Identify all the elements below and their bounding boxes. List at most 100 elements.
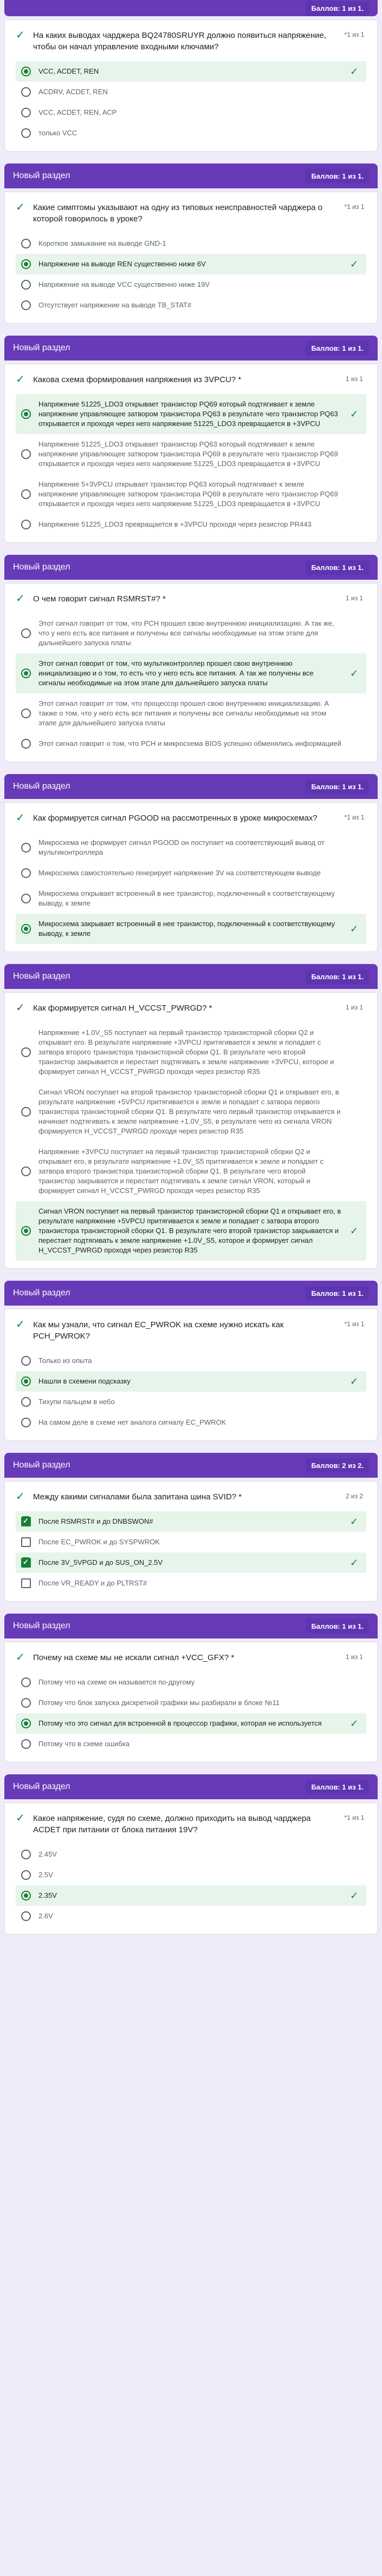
answer-option[interactable]: Сигнал VRON поступает на первый транзист…: [16, 1201, 366, 1261]
radio-button[interactable]: [21, 739, 31, 749]
check-icon: ✓: [16, 1491, 25, 1503]
answer-option[interactable]: Микросхема самостоятельно генерирует нап…: [16, 863, 366, 883]
correct-check-icon: ✓: [350, 1718, 359, 1729]
radio-button[interactable]: [21, 87, 31, 97]
radio-button[interactable]: [21, 300, 31, 310]
radio-button[interactable]: [21, 668, 31, 678]
answer-option[interactable]: Микросхема закрывает встроенный в нее тр…: [16, 914, 366, 944]
radio-button[interactable]: [21, 67, 31, 76]
radio-button[interactable]: [21, 894, 31, 903]
checkbox[interactable]: [21, 1557, 31, 1568]
answer-option[interactable]: На самом деле в схеме нет аналога сигнал…: [16, 1412, 366, 1433]
answer-option[interactable]: Напряжение +3VPCU поступает на первый тр…: [16, 1142, 366, 1201]
radio-button[interactable]: [21, 628, 31, 638]
question-card: ✓ На каких выводах чарджера BQ24780SRUYR …: [4, 19, 378, 152]
answer-option[interactable]: VCC, ACDET, REN, ACP: [16, 102, 366, 123]
section-header: Новый раздел Баллов: 1 из 1.: [4, 555, 378, 580]
answer-option[interactable]: Нашли в схемени подсказку ✓: [16, 1371, 366, 1392]
option-label: На самом деле в схеме нет аналога сигнал…: [38, 1418, 226, 1426]
option-label: После RSMRST# и до DNBSWON#: [38, 1517, 153, 1525]
answer-option[interactable]: После VR_READY и до PLTRST#: [16, 1573, 366, 1594]
answer-option[interactable]: 2.6V: [16, 1906, 366, 1926]
radio-button[interactable]: [21, 1891, 31, 1900]
radio-button[interactable]: [21, 449, 31, 459]
radio-button[interactable]: [21, 259, 31, 269]
option-label: Короткое замыкание на выводе GND-1: [38, 239, 166, 247]
answer-option[interactable]: Напряжение на выводе VCC существенно ниж…: [16, 274, 366, 295]
options-list: VCC, ACDET, REN ✓ ACDRV, ACDET, REN VCC, AC…: [16, 61, 366, 143]
radio-button[interactable]: [21, 868, 31, 878]
correct-check-icon: ✓: [350, 1225, 359, 1236]
radio-button[interactable]: [21, 709, 31, 718]
points-badge: Баллов: 1 из 1.: [306, 1618, 369, 1634]
answer-option[interactable]: Потому что в схеме ошибка: [16, 1734, 366, 1754]
answer-option[interactable]: После EC_PWROK и до SYSPWROK: [16, 1532, 366, 1552]
answer-option[interactable]: Напряжение +1.0V_S5 поступает на первый …: [16, 1022, 366, 1082]
answer-option[interactable]: Потому что это сигнал для встроенной в п…: [16, 1713, 366, 1734]
radio-button[interactable]: [21, 520, 31, 529]
radio-button[interactable]: [21, 280, 31, 290]
checkbox[interactable]: [21, 1578, 31, 1588]
radio-button[interactable]: [21, 1418, 31, 1427]
radio-button[interactable]: [21, 1677, 31, 1687]
answer-option[interactable]: только VCC: [16, 123, 366, 143]
answer-option[interactable]: Сигнал VRON поступает на второй транзист…: [16, 1082, 366, 1142]
question-card: ✓ Почему на схеме мы не искали сигнал +VC…: [4, 1642, 378, 1762]
answer-option[interactable]: Потому что блок запуска дискретной графи…: [16, 1693, 366, 1713]
checkbox[interactable]: [21, 1516, 31, 1526]
answer-option[interactable]: Отсутствует напряжение на выводе TB_STAT…: [16, 295, 366, 316]
checkbox[interactable]: [21, 1537, 31, 1547]
radio-button[interactable]: [21, 239, 31, 248]
answer-option[interactable]: Напряжение на выводе REN существенно ниж…: [16, 254, 366, 274]
check-icon: ✓: [16, 201, 25, 213]
answer-option[interactable]: Тихупи пальцем в небо: [16, 1392, 366, 1412]
answer-option[interactable]: Микросхема открывает встроенный в нее тр…: [16, 883, 366, 914]
radio-button[interactable]: [21, 1356, 31, 1366]
question-card: ✓ Как формируется сигнал PGOOD на рассмот…: [4, 802, 378, 952]
answer-option[interactable]: После RSMRST# и до DNBSWON# ✓: [16, 1511, 366, 1532]
radio-button[interactable]: [21, 1698, 31, 1708]
answer-option[interactable]: 2.5V: [16, 1865, 366, 1885]
answer-option[interactable]: Этот сигнал говорит от том, что PCH прош…: [16, 613, 366, 653]
radio-button[interactable]: [21, 489, 31, 499]
answer-option[interactable]: VCC, ACDET, REN ✓: [16, 61, 366, 82]
radio-button[interactable]: [21, 1397, 31, 1407]
radio-button[interactable]: [21, 409, 31, 419]
option-label: Этот сигнал говорит от том, что мультико…: [38, 659, 314, 687]
answer-option[interactable]: Напряжение 5+3VPCU открывает транзистор …: [16, 474, 366, 514]
radio-button[interactable]: [21, 1047, 31, 1057]
answer-option[interactable]: Напряжение 51225_LDO3 открывает транзист…: [16, 394, 366, 434]
radio-button[interactable]: [21, 1870, 31, 1880]
answer-option[interactable]: Напряжение 51225_LDO3 превращается в +3V…: [16, 514, 366, 535]
section-header: Баллов: 1 из 1.: [4, 0, 378, 16]
answer-option[interactable]: Этот сигнал говорит о том, что PCH и мик…: [16, 733, 366, 754]
question-header: ✓ На каких выводах чарджера BQ24780SRUYR …: [16, 30, 366, 53]
radio-button[interactable]: [21, 1719, 31, 1728]
radio-button[interactable]: [21, 1911, 31, 1921]
radio-button[interactable]: [21, 843, 31, 853]
section-title: Новый раздел: [13, 171, 70, 180]
radio-button[interactable]: [21, 924, 31, 934]
answer-option[interactable]: 2.45V: [16, 1844, 366, 1865]
answer-option[interactable]: Короткое замыкание на выводе GND-1: [16, 233, 366, 254]
answer-option[interactable]: Этот сигнал говорит от том, что процессо…: [16, 693, 366, 733]
answer-option[interactable]: Потому что на схеме он называется по-дру…: [16, 1672, 366, 1693]
answer-option[interactable]: После 3V_5VPGD и до SUS_ON_2.5V ✓: [16, 1552, 366, 1573]
answer-option[interactable]: Напряжение 51225_LDO3 открывает транзист…: [16, 434, 366, 474]
answer-option[interactable]: Микросхема не формирует сигнал PGOOD он …: [16, 833, 366, 863]
correct-check-icon: ✓: [350, 1557, 359, 1568]
option-label: только VCC: [38, 129, 77, 137]
answer-option[interactable]: ACDRV, ACDET, REN: [16, 82, 366, 102]
radio-button[interactable]: [21, 1377, 31, 1386]
question-text: Почему на схеме мы не искали сигнал +VCC…: [33, 1653, 235, 1662]
radio-button[interactable]: [21, 1739, 31, 1749]
answer-option[interactable]: 2.35V ✓: [16, 1885, 366, 1906]
answer-option[interactable]: Этот сигнал говорит от том, что мультико…: [16, 653, 366, 693]
radio-button[interactable]: [21, 1166, 31, 1176]
answer-option[interactable]: Только из опыта: [16, 1351, 366, 1371]
radio-button[interactable]: [21, 1107, 31, 1117]
radio-button[interactable]: [21, 1226, 31, 1236]
radio-button[interactable]: [21, 108, 31, 117]
radio-button[interactable]: [21, 128, 31, 138]
radio-button[interactable]: [21, 1850, 31, 1859]
